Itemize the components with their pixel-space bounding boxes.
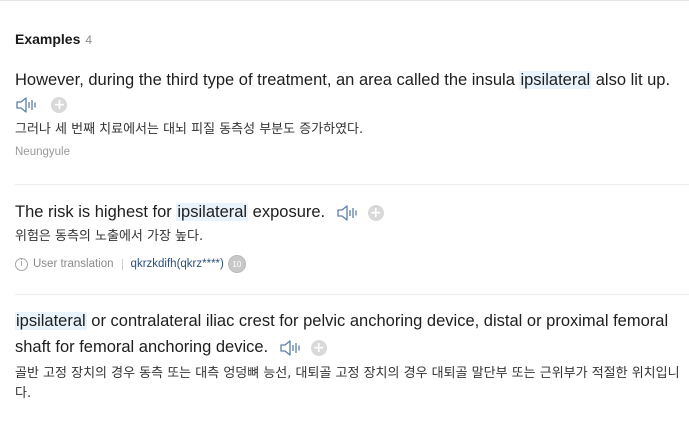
example-text-before: The risk is highest for bbox=[15, 203, 177, 221]
example-item-2: The risk is highest for ipsilateral expo… bbox=[15, 199, 689, 273]
example-english: The risk is highest for ipsilateral expo… bbox=[15, 199, 689, 225]
example-korean: 위험은 동측의 노출에서 가장 높다. bbox=[15, 229, 204, 244]
example-text-after: or contralateral iliac crest for pelvic … bbox=[15, 312, 669, 356]
example-korean: 그러나 세 번째 치료에서는 대뇌 피질 동측성 부분도 증가하였다. bbox=[15, 122, 364, 137]
highlighted-keyword[interactable]: ipsilateral bbox=[176, 203, 249, 221]
example-text-after: also lit up. bbox=[591, 71, 671, 89]
plus-icon[interactable]: + bbox=[367, 204, 384, 221]
example-text-before: However, during the third type of treatm… bbox=[15, 71, 520, 89]
plus-icon[interactable]: + bbox=[51, 97, 68, 113]
speaker-icon[interactable] bbox=[15, 96, 39, 114]
highlighted-keyword[interactable]: ipsilateral bbox=[15, 312, 87, 330]
highlighted-keyword[interactable]: ipsilateral bbox=[519, 71, 592, 89]
plus-icon[interactable]: + bbox=[310, 339, 327, 356]
user-translation-row: i User translation qkrzkdifh(qkrz****) 1… bbox=[15, 255, 689, 273]
user-name-link[interactable]: qkrzkdifh(qkrz****) bbox=[131, 258, 224, 270]
example-item-3: ipsilateral or contralateral iliac crest… bbox=[15, 308, 689, 404]
speaker-icon[interactable] bbox=[279, 339, 303, 357]
example-item-1: However, during the third type of treatm… bbox=[15, 67, 689, 158]
example-text-after: exposure. bbox=[248, 203, 326, 221]
user-level-badge: 10 bbox=[227, 255, 246, 273]
example-divider bbox=[15, 184, 689, 185]
example-count: 4 bbox=[85, 33, 93, 47]
example-english: However, during the third type of treatm… bbox=[15, 67, 689, 93]
example-source[interactable]: Neungyule bbox=[15, 146, 689, 158]
info-icon[interactable]: i bbox=[15, 257, 28, 271]
example-english: ipsilateral or contralateral iliac crest… bbox=[15, 308, 689, 360]
speaker-icon[interactable] bbox=[336, 204, 360, 222]
examples-header: Examples 4 bbox=[15, 31, 92, 47]
user-translation-label: User translation bbox=[33, 258, 114, 270]
top-divider bbox=[0, 0, 689, 1]
meta-separator bbox=[121, 258, 123, 270]
example-divider bbox=[15, 294, 689, 295]
section-title: Examples bbox=[15, 31, 81, 47]
example-korean: 골반 고정 장치의 경우 동측 또는 대측 엉덩뼈 능선, 대퇴골 고정 장치의… bbox=[15, 366, 680, 401]
